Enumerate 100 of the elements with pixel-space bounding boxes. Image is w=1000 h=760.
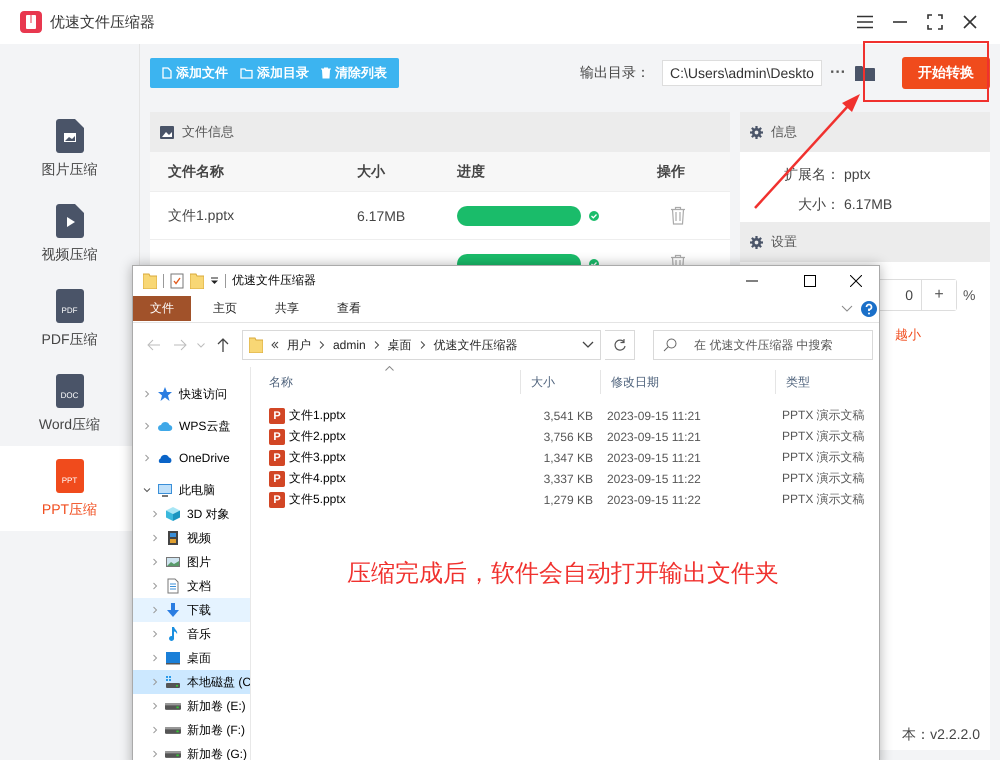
output-label: 输出目录： <box>580 64 650 82</box>
nav-item[interactable]: 下载 <box>133 598 250 622</box>
nav-item[interactable]: 音乐 <box>133 622 250 646</box>
gear-icon <box>750 126 763 138</box>
caret-icon[interactable] <box>197 342 206 348</box>
nav-label: 视频 <box>187 530 211 546</box>
document-icon: PPT <box>56 458 84 492</box>
field-value: pptx <box>843 166 872 184</box>
column-header: 大小 <box>357 162 386 180</box>
up-arrow-icon[interactable] <box>217 338 230 352</box>
expand-chevron[interactable] <box>143 486 151 494</box>
desktop-icon <box>165 650 181 666</box>
nav-item[interactable]: 桌面 <box>133 646 250 670</box>
pptx-file-icon: P <box>269 492 285 508</box>
panel-title: 信息 <box>771 123 797 141</box>
minimize-icon[interactable] <box>746 280 758 282</box>
plus-button[interactable]: + <box>921 280 956 310</box>
chevron-right-icon[interactable] <box>318 341 325 349</box>
close-icon[interactable] <box>850 274 862 286</box>
nav-item[interactable]: 新加卷 (G:) <box>133 742 250 760</box>
breadcrumb-item[interactable]: 用户 <box>286 336 311 354</box>
nav-label: 新加卷 (G:) <box>187 746 247 760</box>
file-name[interactable]: 文件4.pptx <box>289 470 346 487</box>
forward-arrow-icon[interactable] <box>172 339 187 351</box>
start-button[interactable]: 开始转换 <box>902 57 990 89</box>
nav-item[interactable]: 新加卷 (F:) <box>133 718 250 742</box>
checklist-icon[interactable] <box>170 272 184 288</box>
nav-label: 新加卷 (E:) <box>187 698 246 714</box>
dropdown-icon[interactable] <box>210 276 219 284</box>
nav-label: WPS云盘 <box>179 418 230 434</box>
output-path-field[interactable]: C:\Users\admin\Deskto <box>662 60 822 86</box>
search-field[interactable]: 在 优速文件压缩器 中搜索 <box>653 330 874 360</box>
column-header: 进度 <box>457 162 486 180</box>
file-name[interactable]: 文件3.pptx <box>289 449 346 466</box>
ribbon-tab[interactable]: 主页 <box>199 296 251 321</box>
gear-icon <box>750 236 763 248</box>
unit-label: % <box>963 287 976 303</box>
more-button[interactable]: ··· <box>824 64 852 82</box>
trash-icon[interactable] <box>670 206 686 225</box>
file-date: 2023-09-15 11:21 <box>606 408 702 422</box>
folder-icon <box>143 272 157 288</box>
file-type: PPTX 演示文稿 <box>781 449 866 466</box>
ribbon-tab[interactable]: 共享 <box>261 296 313 321</box>
version-text: 本：v2.2.2.0 <box>902 726 981 744</box>
drive-icon <box>165 750 181 758</box>
file-type: PPTX 演示文稿 <box>781 407 866 424</box>
file-date: 2023-09-15 11:22 <box>606 492 702 506</box>
nav-label: 新加卷 (F:) <box>187 722 245 738</box>
nav-item[interactable]: 新加卷 (E:) <box>133 694 250 718</box>
drive-icon <box>165 726 181 734</box>
column-header[interactable]: 名称 <box>259 370 521 394</box>
app-title: 优速文件压缩器 <box>50 12 155 32</box>
file-name[interactable]: 文件1.pptx <box>289 407 346 424</box>
nav-label: 此电脑 <box>179 482 215 498</box>
file-type: PPTX 演示文稿 <box>781 428 866 445</box>
file-size: 6.17MB <box>357 208 406 224</box>
file-name[interactable]: 文件2.pptx <box>289 428 346 445</box>
ribbon-tab[interactable]: 查看 <box>323 296 375 321</box>
back-arrow-icon[interactable] <box>146 339 161 351</box>
chevron-right-icon[interactable] <box>420 341 426 349</box>
breadcrumb-item[interactable]: 桌面 <box>388 336 412 354</box>
column-header: 文件名称 <box>168 162 225 180</box>
nav-label: 快速访问 <box>179 386 227 402</box>
file-size: 1,279 KB <box>542 492 594 506</box>
refresh-button[interactable] <box>605 330 636 360</box>
down-arrow-icon <box>165 602 181 618</box>
file-name[interactable]: 文件5.pptx <box>289 491 346 508</box>
drive-icon <box>165 674 181 690</box>
drive-icon <box>165 702 181 710</box>
maximize-icon[interactable] <box>804 274 816 286</box>
film-icon <box>165 530 181 546</box>
app-logo-icon <box>20 11 42 33</box>
nav-item[interactable]: 图片 <box>133 550 250 574</box>
breadcrumb-item[interactable]: 优速文件压缩器 <box>434 336 518 354</box>
star-icon <box>157 386 173 402</box>
refresh-icon[interactable] <box>612 338 627 352</box>
nav-item[interactable]: 文档 <box>133 574 250 598</box>
document-icon <box>165 578 181 594</box>
column-header[interactable]: 修改日期 <box>601 370 776 394</box>
sidebar-item[interactable]: 图片压缩 <box>0 106 139 191</box>
sidebar-item[interactable]: 视频压缩 <box>0 191 139 276</box>
column-header[interactable]: 类型 <box>776 370 879 394</box>
file-date: 2023-09-15 11:21 <box>606 430 702 444</box>
file-icon[interactable] <box>162 67 172 79</box>
breadcrumb-item[interactable]: admin <box>332 338 366 352</box>
folder-icon <box>248 337 263 353</box>
column-header[interactable]: 大小 <box>521 370 601 394</box>
chevron-right-icon[interactable] <box>374 341 380 349</box>
address-bar[interactable]: 用户 admin 桌面 优速文件压缩器 <box>242 330 602 360</box>
pptx-file-icon: P <box>269 470 285 486</box>
field-label: 大小： <box>797 196 840 214</box>
file-size: 1,347 KB <box>542 450 594 464</box>
chevron-down-icon[interactable] <box>582 341 594 349</box>
help-icon[interactable] <box>861 300 877 316</box>
hint-text: 越小 <box>895 326 922 344</box>
double-chevron-icon[interactable] <box>270 341 279 349</box>
nav-label: 文档 <box>187 578 211 594</box>
nav-label: 桌面 <box>187 650 211 666</box>
ribbon-tab[interactable]: 文件 <box>133 296 191 321</box>
pptx-file-icon: P <box>269 408 285 424</box>
